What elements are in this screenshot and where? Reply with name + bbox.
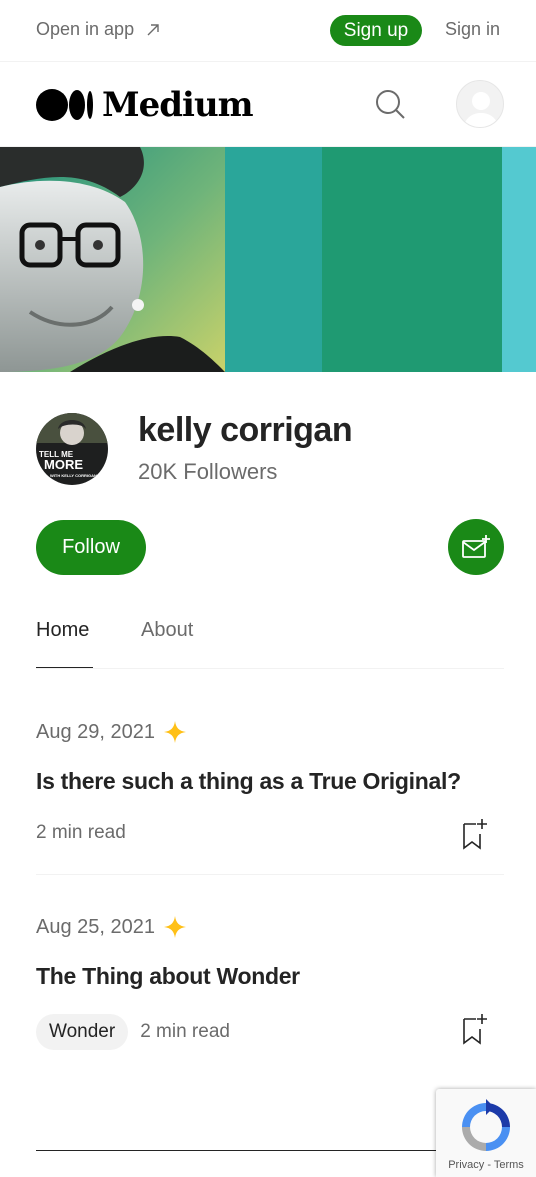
profile-picture[interactable]: TELL ME MORE WITH KELLY CORRIGAN — [36, 413, 108, 485]
sign-in-link[interactable]: Sign in — [445, 19, 500, 40]
recaptcha-links: Privacy - Terms — [436, 1159, 536, 1171]
profile-tabs: Home About — [36, 600, 504, 669]
member-only-star-icon — [164, 721, 186, 743]
article-title[interactable]: Is there such a thing as a True Original… — [36, 768, 461, 795]
arrow-up-right-icon — [147, 23, 159, 35]
bookmark-button[interactable] — [460, 1013, 490, 1045]
article-tag[interactable]: Wonder — [36, 1014, 129, 1050]
user-avatar-button[interactable] — [456, 80, 504, 128]
article-card[interactable]: Aug 25, 2021 The Thing about Wonder Wond… — [36, 895, 504, 1070]
sign-up-button[interactable]: Sign up — [330, 15, 422, 46]
site-header: Medium — [0, 62, 536, 147]
article-date-row: Aug 25, 2021 — [36, 915, 187, 939]
recaptcha-privacy-link[interactable]: Privacy — [448, 1159, 484, 1171]
top-bar: Open in app Sign up Sign in — [0, 0, 536, 62]
article-date: Aug 29, 2021 — [36, 720, 155, 743]
avatar-text-line3: WITH KELLY CORRIGAN — [50, 473, 97, 478]
bookmark-add-icon — [463, 1014, 487, 1045]
open-in-app-link[interactable]: Open in app — [36, 19, 160, 40]
followers-count[interactable]: 20K Followers — [138, 459, 277, 485]
recaptcha-badge[interactable]: Privacy - Terms — [436, 1089, 536, 1177]
active-tab-indicator — [36, 667, 93, 668]
article-card[interactable]: Aug 29, 2021 Is there such a thing as a … — [36, 700, 504, 875]
article-meta: Wonder 2 min read — [36, 1014, 230, 1050]
bookmark-add-icon — [463, 819, 487, 850]
read-time: 2 min read — [140, 1021, 230, 1042]
profile-name: kelly corrigan — [138, 411, 353, 449]
recaptcha-separator: - — [487, 1159, 491, 1171]
read-time: 2 min read — [36, 822, 126, 843]
bottom-divider — [36, 1150, 504, 1151]
article-title[interactable]: The Thing about Wonder — [36, 963, 300, 990]
recaptcha-terms-link[interactable]: Terms — [494, 1159, 524, 1171]
medium-logo[interactable]: Medium — [36, 85, 254, 125]
bookmark-button[interactable] — [460, 818, 490, 850]
tab-about[interactable]: About — [141, 619, 193, 642]
search-button[interactable] — [374, 88, 406, 120]
banner-image — [0, 147, 536, 372]
logo-wordmark: Medium — [102, 85, 254, 125]
mail-plus-icon — [462, 535, 490, 558]
profile-banner — [0, 147, 536, 372]
profile-picture-image: TELL ME MORE WITH KELLY CORRIGAN — [36, 413, 108, 485]
avatar-text-line2: MORE — [44, 457, 83, 472]
member-only-star-icon — [164, 916, 186, 938]
article-date: Aug 25, 2021 — [36, 915, 155, 938]
follow-button[interactable]: Follow — [36, 520, 146, 575]
article-date-row: Aug 29, 2021 — [36, 720, 187, 744]
article-meta: 2 min read — [36, 822, 126, 844]
medium-mark-icon — [36, 89, 93, 121]
tab-home[interactable]: Home — [36, 619, 89, 642]
recaptcha-icon — [462, 1099, 510, 1151]
subscribe-email-button[interactable] — [448, 519, 504, 575]
open-in-app-label: Open in app — [36, 19, 135, 39]
search-icon — [376, 90, 405, 119]
default-avatar-icon — [463, 92, 499, 127]
